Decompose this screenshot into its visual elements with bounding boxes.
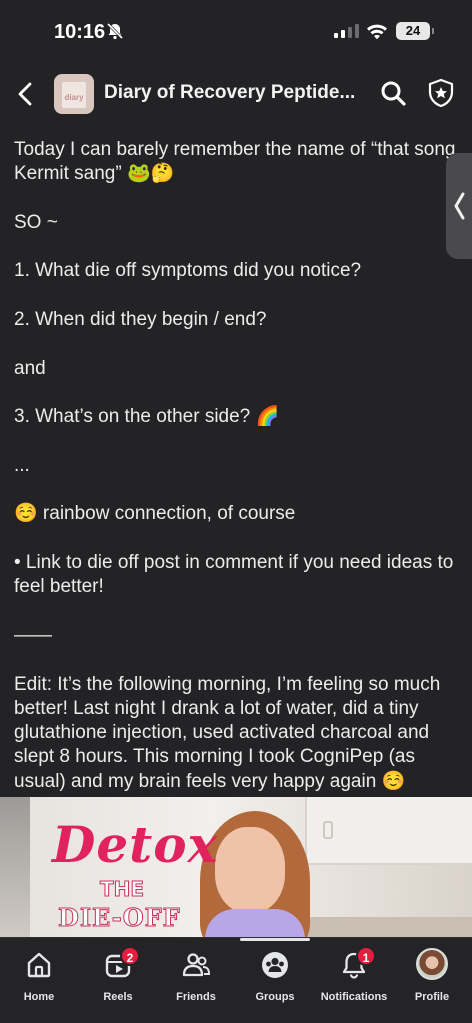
profile-avatar (416, 948, 448, 980)
home-icon (27, 952, 51, 978)
cell-signal-icon (334, 24, 359, 38)
side-panel-handle[interactable] (446, 153, 472, 259)
post-line-question-1: 1. What die off symptoms did you notice? (14, 260, 362, 282)
active-tab-indicator (240, 938, 310, 941)
status-time: 10:16 (54, 21, 106, 43)
post-image[interactable]: Detox THE DIE-OFF (0, 797, 472, 937)
wifi-icon (367, 24, 387, 40)
post-line-intro: Today I can barely remember the name of … (14, 139, 456, 185)
post-line-rainbow: ☺️ rainbow connection, of course (14, 503, 296, 525)
bottom-navigation: Home 2 Reels Friends Groups 1 Notificati… (0, 937, 472, 1023)
nav-groups[interactable]: Groups (235, 946, 315, 1006)
search-icon[interactable] (380, 80, 406, 106)
post-line-and: and (14, 357, 46, 379)
image-title-detox: Detox (52, 815, 219, 874)
group-avatar[interactable]: diary (54, 74, 94, 114)
group-name[interactable]: Diary of Recovery Peptide... (104, 82, 355, 104)
nav-home[interactable]: Home (0, 946, 79, 1006)
image-title-the: THE (99, 877, 145, 902)
post-line-question-3: 3. What’s on the other side? 🌈 (14, 406, 280, 428)
nav-friends-label: Friends (176, 991, 216, 1003)
nav-friends[interactable]: Friends (156, 946, 236, 1006)
friends-icon (182, 953, 211, 977)
image-title-die-off: DIE-OFF (58, 903, 181, 933)
groups-icon (262, 952, 288, 978)
nav-profile[interactable]: Profile (392, 946, 472, 1006)
post-line-link-note: • Link to die off post in comment if you… (14, 552, 454, 598)
shield-star-icon[interactable] (427, 78, 455, 108)
post-line-question-2: 2. When did they begin / end? (14, 309, 267, 331)
nav-reels[interactable]: 2 Reels (78, 946, 158, 1006)
nav-profile-label: Profile (414, 991, 450, 1003)
status-bar: 10:16 24 (0, 0, 472, 62)
chevron-left-icon (454, 192, 465, 220)
bell-off-icon (106, 22, 124, 40)
reels-badge: 2 (120, 946, 140, 966)
notifications-badge: 1 (356, 946, 376, 966)
post-line-so: SO ~ (14, 211, 58, 233)
nav-groups-label: Groups (255, 991, 295, 1003)
nav-notifications-label: Notifications (320, 991, 388, 1003)
post-body: Today I can barely remember the name of … (14, 138, 460, 794)
group-avatar-label: diary (64, 93, 84, 102)
back-button[interactable] (12, 78, 40, 110)
nav-reels-label: Reels (103, 991, 133, 1003)
photo-subject (215, 827, 285, 913)
group-header: diary Diary of Recovery Peptide... (0, 64, 472, 124)
nav-home-label: Home (23, 991, 55, 1003)
post-line-edit: Edit: It’s the following morning, I’m fe… (14, 673, 441, 792)
nav-notifications[interactable]: 1 Notifications (314, 946, 394, 1006)
post-line-divider: —— (14, 624, 52, 646)
battery-indicator: 24 (396, 22, 434, 40)
post-line-ellipsis: ... (14, 454, 30, 476)
